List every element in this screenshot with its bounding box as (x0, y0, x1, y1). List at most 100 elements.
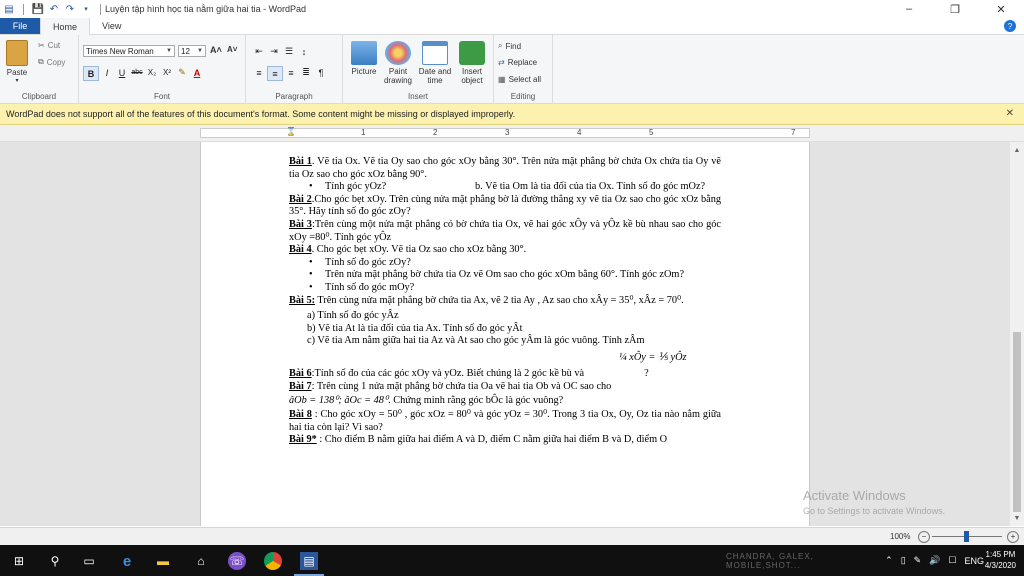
tab-home[interactable]: Home (40, 18, 91, 35)
date-time-button[interactable]: Date and time (417, 41, 453, 85)
ruler[interactable]: 1 2 3 4 5 7 ⌛ (200, 127, 810, 138)
align-right-icon[interactable]: ≡ (284, 66, 298, 79)
windows-start-icon[interactable]: ⊞ (10, 552, 28, 570)
edge-icon[interactable]: e (118, 552, 136, 570)
clock[interactable]: 1:45 PM 4/3/2020 (985, 549, 1016, 571)
status-bar: 100% − + (0, 527, 1024, 546)
paste-button[interactable]: Paste ▾ (6, 40, 28, 86)
editing-group-label: Editing (510, 92, 536, 101)
divider (100, 3, 101, 15)
zoom-in-button[interactable]: + (1007, 531, 1019, 543)
volume-icon[interactable]: 🔊 (929, 555, 940, 566)
store-icon[interactable]: ⌂ (192, 552, 210, 570)
copy-button[interactable]: ⧉ Copy (38, 57, 65, 67)
document-page[interactable]: Bài 1. Vẽ tia Ox. Vẽ tia Oy sao cho góc … (200, 142, 810, 526)
help-icon[interactable]: ? (1004, 20, 1016, 32)
insert-object-button[interactable]: Insert object (455, 41, 489, 85)
ruler-number: 5 (649, 128, 654, 137)
paint-palette-icon (385, 41, 411, 65)
list-item: c) Vẽ tia Am nằm giữa hai tia Az và At s… (307, 335, 645, 347)
minimize-button[interactable]: – (886, 0, 932, 18)
paragraph: âOb = 138⁰; âOc = 48⁰. Chứng minh rằng g… (289, 395, 564, 407)
replace-button[interactable]: ⇄ Replace (498, 58, 537, 67)
ribbon: Paste ▾ ✂ Cut ⧉ Copy Clipboard Times New… (0, 35, 1024, 104)
bold-button[interactable]: B (83, 66, 99, 81)
window-title: Luyện tập hình học tia nằm giữa hai tia … (105, 4, 306, 14)
zoom-slider-thumb[interactable] (964, 531, 969, 542)
ruler-bar: 1 2 3 4 5 7 ⌛ (0, 125, 1024, 142)
chevron-down-icon: ▼ (166, 48, 172, 54)
justify-icon[interactable]: ≣ (299, 66, 313, 79)
zoom-level: 100% (890, 532, 911, 541)
network-icon[interactable]: ▯ (901, 555, 906, 566)
underline-button[interactable]: U (115, 66, 129, 79)
chrome-icon[interactable] (264, 552, 282, 570)
align-left-icon[interactable]: ≡ (252, 66, 266, 79)
language-indicator[interactable]: ENG (964, 556, 984, 566)
close-button[interactable]: ✕ (978, 0, 1024, 18)
scrollbar-thumb[interactable] (1013, 332, 1021, 512)
increase-indent-icon[interactable]: ⇥ (267, 45, 281, 58)
font-size-select[interactable]: 12 ▼ (178, 45, 206, 57)
redo-icon[interactable]: ↷ (64, 3, 76, 15)
chevron-up-icon[interactable]: ⌃ (885, 555, 893, 566)
paragraph-settings-icon[interactable]: ¶ (314, 66, 328, 79)
save-icon[interactable]: 💾 (32, 3, 44, 15)
taskbar-search-text: CHANDRA, GALEX, MOBILE,SHOT... (726, 551, 814, 570)
italic-button[interactable]: I (100, 66, 114, 79)
highlight-button[interactable]: ✎ (175, 66, 189, 79)
picture-button[interactable]: Picture (349, 41, 379, 76)
paragraph-group: ⇤ ⇥ ☰ ↕ ≡ ≡ ≡ ≣ ¶ Paragraph (246, 35, 343, 103)
pen-icon[interactable]: ✎ (914, 555, 922, 566)
document-area[interactable]: Bài 1. Vẽ tia Ox. Vẽ tia Oy sao cho góc … (0, 142, 1010, 526)
tab-view[interactable]: View (90, 18, 133, 34)
system-tray: ⌃ ▯ ✎ 🔊 ☐ ENG (885, 555, 984, 566)
superscript-button[interactable]: X² (160, 66, 174, 79)
restore-button[interactable]: ❐ (932, 0, 978, 18)
vertical-scrollbar[interactable]: ▲ ▼ (1010, 142, 1024, 526)
select-all-button[interactable]: ▦ Select all (498, 75, 541, 84)
document-content[interactable]: Bài 1. Vẽ tia Ox. Vẽ tia Oy sao cho góc … (289, 156, 721, 447)
paragraph: Bài 7: Trên cùng 1 nửa mặt phẳng bờ chứa… (289, 380, 612, 392)
replace-icon: ⇄ (498, 58, 505, 67)
scroll-down-icon[interactable]: ▼ (1010, 512, 1024, 524)
find-button[interactable]: ⌕ Find (498, 41, 521, 51)
zoom-out-button[interactable]: − (918, 531, 930, 543)
paragraph: Bài 1. Vẽ tia Ox. Vẽ tia Oy sao cho góc … (289, 156, 721, 180)
paste-icon (6, 40, 28, 66)
viber-icon[interactable]: ☏ (228, 552, 246, 570)
paragraph-group-label: Paragraph (275, 92, 313, 101)
font-color-button[interactable]: A (190, 66, 204, 79)
align-center-icon[interactable]: ≡ (267, 66, 283, 81)
paint-drawing-button[interactable]: Paint drawing (381, 41, 415, 85)
scroll-up-icon[interactable]: ▲ (1010, 144, 1024, 156)
customize-qat-icon[interactable]: ▾ (80, 3, 92, 15)
cut-button[interactable]: ✂ Cut (38, 41, 60, 50)
tab-file[interactable]: File (0, 18, 40, 34)
file-explorer-icon[interactable]: ▬ (154, 552, 172, 570)
picture-icon (351, 41, 377, 65)
infobar-close-icon[interactable]: ✕ (1006, 108, 1014, 119)
line-spacing-icon[interactable]: ↕ (297, 45, 311, 58)
decrease-indent-icon[interactable]: ⇤ (252, 45, 266, 58)
subscript-button[interactable]: X₂ (145, 66, 159, 79)
undo-icon[interactable]: ↶ (48, 3, 60, 15)
notification-icon[interactable]: ☐ (948, 555, 956, 566)
ruler-number: 3 (505, 128, 510, 137)
scissors-icon: ✂ (38, 41, 45, 50)
wordpad-app-icon: ▤ (4, 3, 14, 15)
task-view-icon[interactable]: ▭ (80, 552, 98, 570)
strikethrough-button[interactable]: abc (130, 66, 144, 79)
search-icon[interactable]: ⚲ (46, 552, 64, 570)
window-controls: – ❐ ✕ (886, 0, 1024, 18)
list-item: Tính số đo góc mOy? (289, 282, 721, 295)
shrink-font-button[interactable]: A˅ (227, 45, 237, 54)
font-family-select[interactable]: Times New Roman ▼ (83, 45, 175, 57)
paragraph: Bài 8 : Cho góc xOy = 50⁰ , góc xOz = 80… (289, 409, 722, 433)
formula: ¼ xÔy = ⅕ yÔz (619, 351, 687, 363)
grow-font-button[interactable]: A˄ (210, 45, 222, 55)
bullet-list-icon[interactable]: ☰ (282, 45, 296, 58)
indent-marker-icon[interactable]: ⌛ (286, 127, 296, 136)
wordpad-taskbar-icon[interactable]: ▤ (300, 552, 318, 570)
quick-access-toolbar: ▤ 💾 ↶ ↷ ▾ (0, 3, 105, 15)
